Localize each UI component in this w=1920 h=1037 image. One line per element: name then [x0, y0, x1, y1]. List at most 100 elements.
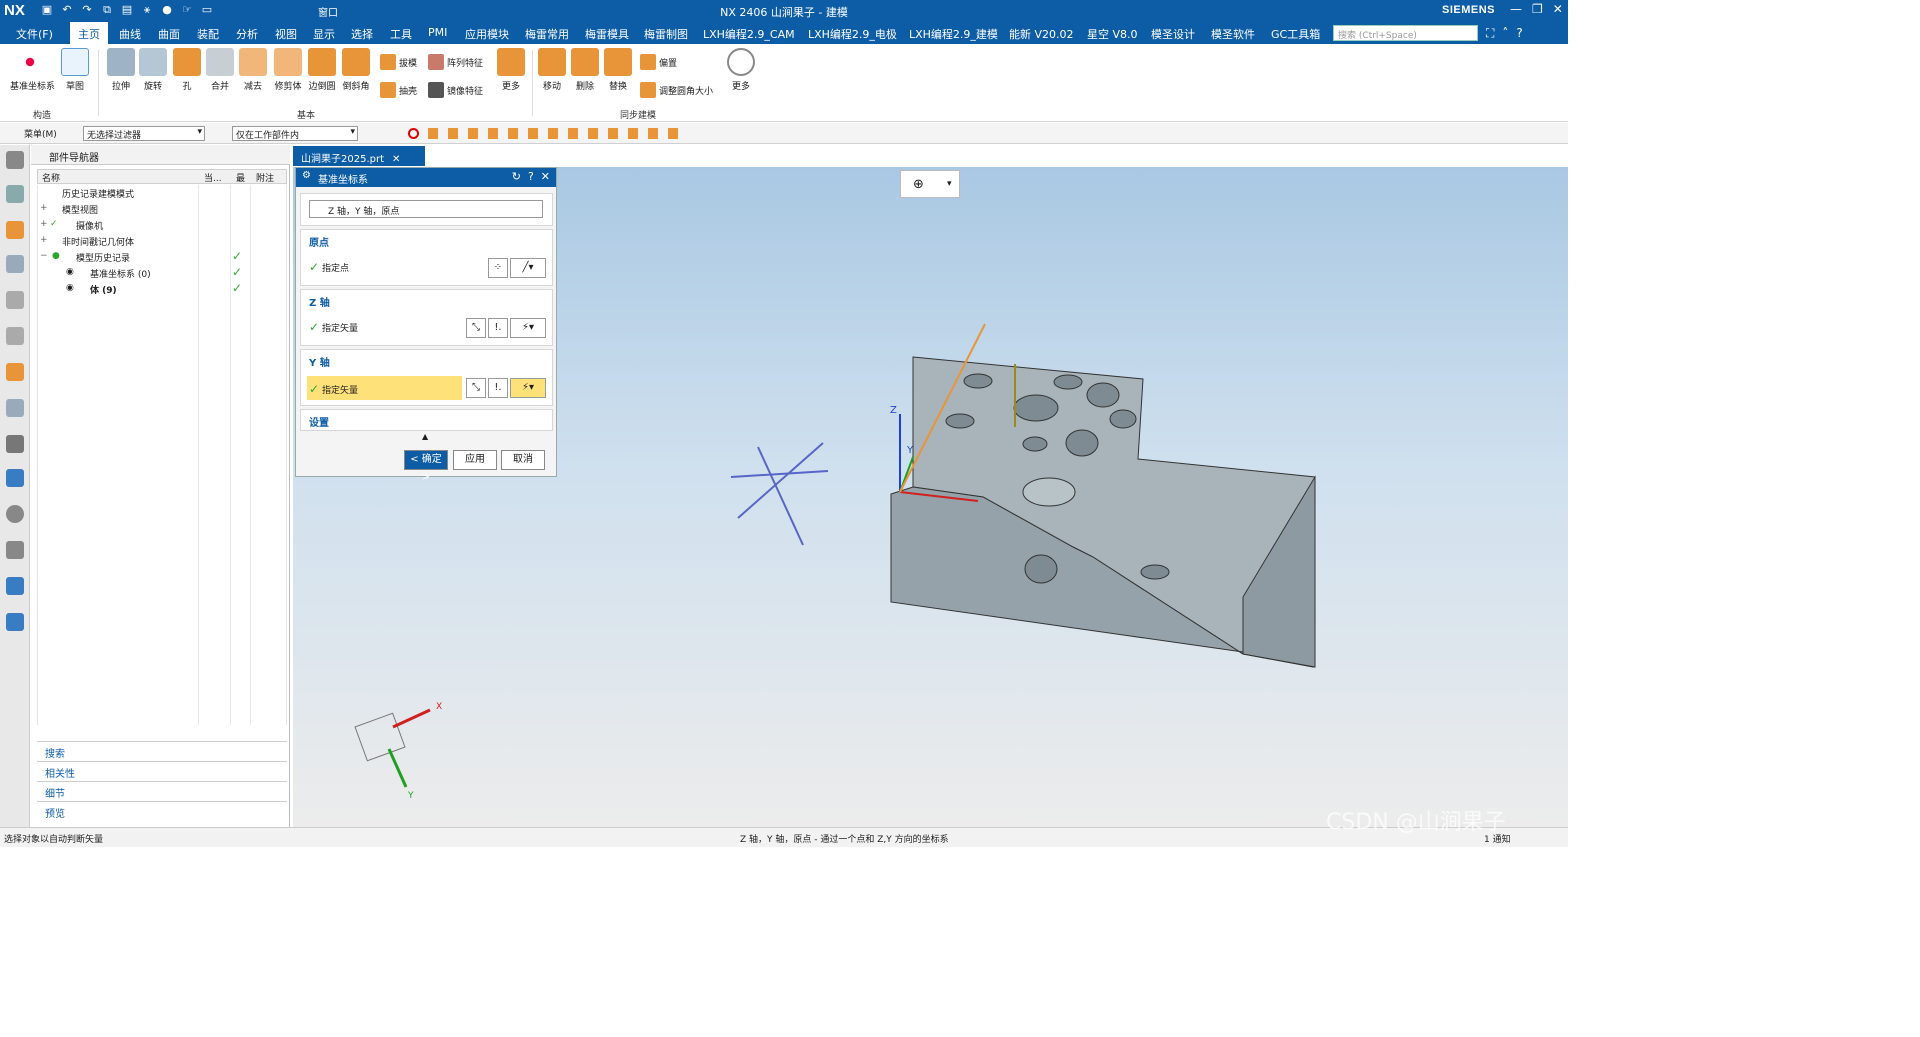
tab-select[interactable]: 选择 [351, 26, 373, 42]
tree-row[interactable]: + 非时间戳记几何体 [38, 233, 288, 249]
pattern-feature-button[interactable]: 阵列特征 [428, 54, 483, 70]
file-menu[interactable]: 文件(F) [16, 26, 53, 42]
ok-button[interactable]: < 确定 > [404, 450, 448, 483]
tab-application[interactable]: 应用模块 [465, 26, 509, 42]
accordion-details[interactable]: 细节 [37, 781, 287, 800]
document-tab[interactable]: 山涧果子2025.prt ✕ [293, 146, 425, 166]
tab-mosheng-design[interactable]: 模圣设计 [1151, 26, 1195, 42]
mirror-feature-button[interactable]: 镜像特征 [428, 82, 483, 98]
accordion-preview[interactable]: 预览 [37, 801, 287, 820]
tree-row[interactable]: ◉ 基准坐标系 (0) ✓ [38, 265, 288, 281]
type-select[interactable]: Z 轴，Y 轴，原点 [309, 200, 543, 218]
sketch-button[interactable]: 草图 [55, 48, 95, 92]
reverse-direction-button[interactable]: ⤡ [466, 378, 486, 398]
column-notes[interactable]: 附注 [256, 171, 274, 184]
close-icon[interactable]: ✕ [1553, 2, 1563, 16]
eye-icon[interactable]: ◉ [66, 267, 74, 277]
vector-dialog-button[interactable]: !. [488, 378, 508, 398]
tree-row[interactable]: + 模型视图 [38, 201, 288, 217]
tree-row[interactable]: − ● 模型历史记录 ✓ [38, 249, 288, 265]
vector-dialog-button[interactable]: !. [488, 318, 508, 338]
subtract-button[interactable]: 减去 [233, 48, 273, 92]
notification-icon[interactable] [6, 291, 24, 309]
tab-gc-toolbox[interactable]: GC工具箱 [1271, 26, 1320, 42]
tab-meilei-common[interactable]: 梅雷常用 [525, 26, 569, 42]
part-navigator-icon[interactable] [6, 255, 24, 273]
collapse-ribbon-icon[interactable]: ˄ [1502, 26, 1508, 41]
tab-xingkong[interactable]: 星空 V8.0 [1087, 26, 1138, 42]
main-menu-button[interactable]: 菜单(M) [24, 127, 57, 140]
tab-meilei-mold[interactable]: 梅雷模具 [585, 26, 629, 42]
tab-home[interactable]: 主页 [70, 22, 108, 44]
point-dialog-button[interactable]: ⁘ [488, 258, 508, 278]
accordion-dependencies[interactable]: 相关性 [37, 761, 287, 780]
section-y-axis[interactable]: Y 轴 [309, 354, 330, 369]
section-settings[interactable]: 设置 [309, 414, 329, 429]
type-filter-select[interactable]: 无选择过滤器 [83, 126, 205, 141]
section-z-axis[interactable]: Z 轴 [309, 294, 330, 309]
collapse-dialog-icon[interactable]: ▲ [422, 432, 428, 441]
tab-tools[interactable]: 工具 [390, 26, 412, 42]
datum-csys-button[interactable]: 基准坐标系 [10, 48, 55, 92]
specify-point-row[interactable]: ✓ 指定点 [309, 260, 349, 274]
tab-curve[interactable]: 曲线 [119, 26, 141, 42]
reuse-library-icon[interactable] [6, 327, 24, 345]
tab-analysis[interactable]: 分析 [236, 26, 258, 42]
layout-icon[interactable] [6, 613, 24, 631]
history-icon[interactable] [6, 399, 24, 417]
close-icon[interactable]: ✕ [541, 170, 550, 183]
tree-row[interactable]: 历史记录建模模式 [38, 185, 288, 201]
section-origin[interactable]: 原点 [309, 234, 329, 249]
offset-region-button[interactable]: 偏置 [640, 54, 677, 70]
constraint-navigator-icon[interactable] [6, 221, 24, 239]
measure-icon[interactable] [6, 577, 24, 595]
specify-y-vector-row[interactable]: ✓ 指定矢量 [307, 376, 462, 400]
replace-face-button[interactable]: 替换 [598, 48, 638, 92]
tools-icon[interactable] [6, 541, 24, 559]
accordion-search[interactable]: 搜索 [37, 741, 287, 760]
expand-icon[interactable]: + [40, 235, 48, 245]
selection-scope-select[interactable]: 仅在工作部件内 [232, 126, 358, 141]
shell-button[interactable]: 抽壳 [380, 82, 417, 98]
snap-point-dropdown[interactable]: ⊕ ▾ [900, 170, 960, 198]
tab-mosheng-software[interactable]: 模圣软件 [1211, 26, 1255, 42]
minimize-icon[interactable]: — [1510, 2, 1522, 16]
tab-surface[interactable]: 曲面 [158, 26, 180, 42]
tab-meilei-drafting[interactable]: 梅雷制图 [644, 26, 688, 42]
reverse-direction-button[interactable]: ⤡ [466, 318, 486, 338]
tab-display[interactable]: 显示 [313, 26, 335, 42]
apply-button[interactable]: 应用 [453, 450, 497, 470]
tab-lxh-cam[interactable]: LXH编程2.9_CAM [703, 26, 795, 42]
reset-icon[interactable]: ↻ [512, 170, 521, 183]
more-sync-button[interactable]: 更多 [721, 48, 761, 92]
settings-icon[interactable] [6, 151, 24, 169]
tab-assembly[interactable]: 装配 [197, 26, 219, 42]
web-browser-icon[interactable] [6, 469, 24, 487]
clock-icon[interactable] [6, 505, 24, 523]
assembly-navigator-icon[interactable] [6, 185, 24, 203]
vector-type-dropdown[interactable]: ⚡▾ [510, 378, 546, 398]
help-icon[interactable]: ? [528, 170, 534, 183]
chamfer-button[interactable]: 倒斜角 [336, 48, 376, 92]
help-icon[interactable]: ? [1516, 26, 1522, 41]
command-search-input[interactable]: 搜索 (Ctrl+Space) [1333, 25, 1478, 41]
tree-row[interactable]: ◉ 体 (9) ✓ [38, 281, 288, 297]
point-type-dropdown[interactable]: ╱▾ [510, 258, 546, 278]
close-tab-icon[interactable]: ✕ [392, 154, 400, 165]
resize-blend-button[interactable]: 调整圆角大小 [640, 82, 713, 98]
fullscreen-icon[interactable]: ⛶ [1486, 26, 1494, 41]
restore-icon[interactable]: ❐ [1532, 2, 1543, 16]
expand-icon[interactable]: + [40, 203, 48, 213]
tab-nengxin[interactable]: 能新 V20.02 [1009, 26, 1074, 42]
vector-type-dropdown[interactable]: ⚡▾ [510, 318, 546, 338]
specify-z-vector-row[interactable]: ✓ 指定矢量 [309, 320, 358, 334]
role-icon[interactable] [6, 363, 24, 381]
tree-row[interactable]: + ✓ 摄像机 [38, 217, 288, 233]
cancel-button[interactable]: 取消 [501, 450, 545, 470]
notification-count[interactable]: 1 通知 [1484, 832, 1511, 845]
stop-icon[interactable] [408, 128, 419, 139]
draft-button[interactable]: 拔模 [380, 54, 417, 70]
tab-lxh-electrode[interactable]: LXH编程2.9_电极 [808, 26, 897, 42]
column-latest[interactable]: 最 [236, 171, 245, 184]
system-material-icon[interactable] [6, 435, 24, 453]
